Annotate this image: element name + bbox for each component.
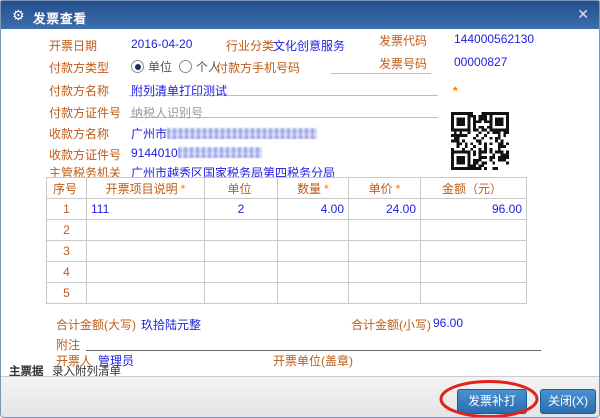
payer-name-label: 付款方名称 [49, 82, 109, 99]
cell-unit [205, 220, 278, 241]
payee-id-value: 9144010 [131, 146, 262, 160]
issue-date-value: 2016-04-20 [131, 37, 192, 51]
cell-seq: 1 [47, 199, 87, 220]
cell-qty [278, 283, 349, 304]
payee-id-label: 收款方证件号 [49, 146, 121, 163]
titlebar: ⚙ 发票查看 ✕ [1, 1, 599, 29]
col-amount: 金额（元） [421, 178, 527, 199]
cell-amount [421, 241, 527, 262]
cell-unit: 2 [205, 199, 278, 220]
table-row: 2 [47, 220, 527, 241]
cell-amount [421, 220, 527, 241]
total-figures-value: 96.00 [433, 316, 463, 330]
notes-input[interactable] [86, 335, 541, 351]
col-price: 单价* [349, 178, 421, 199]
payer-type-label: 付款方类型 [49, 59, 109, 76]
cell-seq: 5 [47, 283, 87, 304]
radio-payer-type-person[interactable]: 个人 [179, 58, 220, 75]
notes-label: 附注 [56, 336, 80, 353]
cell-price [349, 220, 421, 241]
table-header-row: 序号 开票项目说明* 单位 数量* 单价* 金额（元） [47, 178, 527, 199]
cell-qty: 4.00 [278, 199, 349, 220]
payer-id-placeholder: 纳税人识别号 [131, 104, 203, 121]
payer-id-label: 付款方证件号 [49, 104, 121, 121]
radio-selected-icon [131, 60, 144, 73]
col-qty: 数量* [278, 178, 349, 199]
cell-seq: 4 [47, 262, 87, 283]
invoice-code-value: 144000562130 [454, 32, 534, 46]
col-item-desc: 开票项目说明* [87, 178, 205, 199]
table-row: 4 [47, 262, 527, 283]
required-star: * [453, 84, 458, 98]
cell-item: 111 [87, 199, 205, 220]
censored-blur [167, 128, 317, 139]
cell-price: 24.00 [349, 199, 421, 220]
industry-label: 行业分类 [226, 37, 274, 54]
invoice-view-dialog: ⚙ 发票查看 ✕ 开票日期 2016-04-20 行业分类 文化创意服务 发票代… [0, 0, 600, 418]
invoice-code-label: 发票代码 [379, 32, 427, 49]
payer-name-value: 附列清单打印测试 [131, 82, 227, 99]
invoice-number-value: 00000827 [454, 55, 507, 69]
issuing-unit-label: 开票单位(盖章) [273, 352, 353, 369]
payee-name-label: 收款方名称 [49, 125, 109, 142]
payer-mobile-label: 付款方手机号码 [216, 59, 300, 76]
close-icon[interactable]: ✕ [577, 6, 589, 22]
cell-seq: 2 [47, 220, 87, 241]
invoice-reprint-button[interactable]: 发票补打 [457, 389, 527, 414]
radio-unselected-icon [179, 60, 192, 73]
payee-name-value: 广州市 [131, 125, 317, 142]
cell-price [349, 241, 421, 262]
cell-amount: 96.00 [421, 199, 527, 220]
radio-unit-label: 单位 [148, 58, 172, 75]
cell-unit [205, 262, 278, 283]
cell-seq: 3 [47, 241, 87, 262]
total-words-label: 合计金额(大写) [56, 316, 136, 333]
cell-unit [205, 241, 278, 262]
cell-item [87, 262, 205, 283]
censored-blur [178, 147, 262, 158]
cell-qty [278, 241, 349, 262]
cell-amount [421, 283, 527, 304]
cell-qty [278, 262, 349, 283]
qr-code [451, 112, 509, 170]
cell-price [349, 283, 421, 304]
invoice-items-table: 序号 开票项目说明* 单位 数量* 单价* 金额（元） 1 111 2 4.00… [46, 177, 527, 304]
dialog-title: 发票查看 [33, 8, 87, 27]
cell-price [349, 262, 421, 283]
cell-item [87, 241, 205, 262]
payer-mobile-input[interactable] [331, 58, 431, 74]
cell-qty [278, 220, 349, 241]
table-row: 5 [47, 283, 527, 304]
total-figures-label: 合计金额(小写) [351, 316, 431, 333]
cell-item [87, 283, 205, 304]
cell-unit [205, 283, 278, 304]
industry-value: 文化创意服务 [273, 37, 345, 54]
total-words-value: 玖拾陆元整 [141, 316, 201, 333]
table-row: 1 111 2 4.00 24.00 96.00 [47, 199, 527, 220]
close-dialog-button[interactable]: 关闭(X) [540, 389, 596, 414]
col-unit: 单位 [205, 178, 278, 199]
issue-date-label: 开票日期 [49, 37, 97, 54]
gear-icon: ⚙ [12, 6, 25, 24]
table-row: 3 [47, 241, 527, 262]
cell-item [87, 220, 205, 241]
radio-payer-type-unit[interactable]: 单位 [131, 58, 172, 75]
col-seq: 序号 [47, 178, 87, 199]
cell-amount [421, 262, 527, 283]
